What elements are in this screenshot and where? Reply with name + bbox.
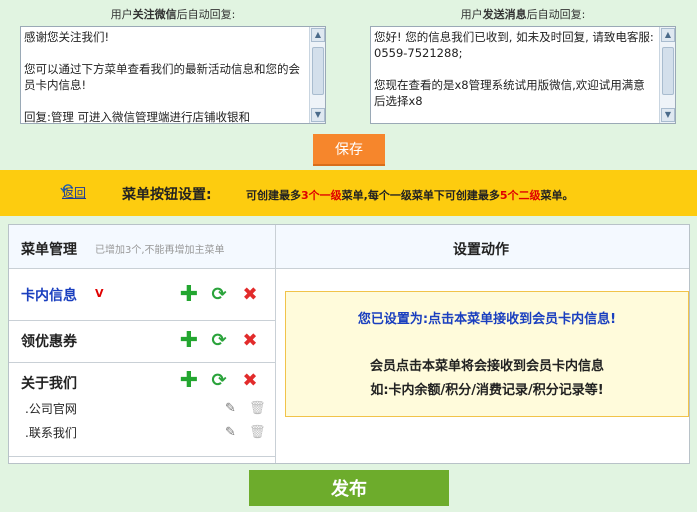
action-info-desc: 会员点击本菜单将会接收到会员卡内信息 [369, 359, 604, 374]
scroll-up-icon[interactable]: ▲ [661, 28, 675, 42]
follow-reply-label-prefix: 用户 [110, 8, 133, 21]
menu-item-coupons[interactable]: 领优惠券 ✚ ⟳ ✖ [9, 321, 275, 363]
banner-note: 可创建最多3个一级菜单,每个一级菜单下可创建最多5个二级菜单。 [246, 187, 574, 203]
refresh-icon[interactable]: ⟳ [209, 285, 229, 305]
menu-item-label[interactable]: 关于我们 [21, 373, 77, 393]
message-reply-label-bold: 发送消息 [482, 8, 527, 21]
scroll-down-icon[interactable]: ▼ [661, 108, 675, 122]
menu-item-label[interactable]: 领优惠券 [21, 331, 77, 351]
menu-item-label[interactable]: 卡内信息 [21, 285, 77, 305]
action-info-box: 您已设置为:点击本菜单接收到会员卡内信息! 会员点击本菜单将会接收到会员卡内信息… [285, 291, 689, 417]
message-reply-label-suffix: 后自动回复: [526, 8, 586, 21]
scroll-thumb[interactable] [662, 47, 674, 95]
message-reply-label: 用户发送消息后自动回复: [368, 6, 678, 22]
menu-config-panel: 菜单管理 已增加3个,不能再增加主菜单 设置动作 卡内信息 V ✚ ⟳ ✖ 领优… [8, 224, 690, 464]
follow-reply-text[interactable]: 感谢您关注我们! 您可以通过下方菜单查看我们的最新活动信息和您的会员卡内信息! … [21, 27, 308, 123]
delete-x-icon[interactable]: ✖ [240, 371, 260, 391]
pencil-icon[interactable]: ✎ [225, 425, 236, 440]
message-reply-text[interactable]: 您好! 您的信息我们已收到, 如未及时回复, 请致电客服: 0559-75212… [371, 27, 658, 123]
set-action-title: 设置动作 [453, 242, 509, 258]
plus-icon[interactable]: ✚ [179, 284, 199, 306]
action-info-example: 如:卡内余额/积分/消费记录/积分记录等! [370, 383, 604, 398]
submenu-item[interactable]: .联系我们 [25, 424, 77, 441]
scroll-thumb[interactable] [312, 47, 324, 95]
banner-title: 菜单按钮设置: [122, 187, 212, 203]
trash-icon[interactable]: 🗑 [249, 425, 266, 440]
message-reply-textarea[interactable]: 您好! 您的信息我们已收到, 如未及时回复, 请致电客服: 0559-75212… [370, 26, 676, 124]
panel-header: 菜单管理 已增加3个,不能再增加主菜单 设置动作 [9, 225, 689, 269]
follow-reply-textarea[interactable]: 感谢您关注我们! 您可以通过下方菜单查看我们的最新活动信息和您的会员卡内信息! … [20, 26, 326, 124]
refresh-icon[interactable]: ⟳ [209, 331, 229, 351]
banner-note-highlight: 3个一级 [301, 189, 342, 202]
menu-item-card-info[interactable]: 卡内信息 V ✚ ⟳ ✖ [9, 269, 275, 321]
menu-management-title: 菜单管理 [21, 242, 77, 258]
follow-reply-label: 用户关注微信后自动回复: [18, 6, 328, 22]
plus-icon[interactable]: ✚ [179, 370, 199, 392]
selected-mark: V [95, 287, 104, 300]
message-reply-scrollbar[interactable]: ▲ ▼ [659, 27, 675, 123]
action-info-title: 您已设置为:点击本菜单接收到会员卡内信息! [357, 312, 617, 327]
message-reply-label-prefix: 用户 [460, 8, 483, 21]
delete-x-icon[interactable]: ✖ [240, 331, 260, 351]
back-link[interactable]: 返回 [62, 184, 86, 201]
column-divider [275, 225, 276, 463]
banner-note-part: 菜单。 [540, 189, 574, 202]
refresh-icon[interactable]: ⟳ [209, 371, 229, 391]
banner-note-part: 菜单,每个一级菜单下可创建最多 [341, 189, 500, 202]
scroll-down-icon[interactable]: ▼ [311, 108, 325, 122]
delete-x-icon[interactable]: ✖ [240, 285, 260, 305]
banner-note-highlight: 5个二级 [499, 189, 541, 202]
scroll-up-icon[interactable]: ▲ [311, 28, 325, 42]
menu-management-note: 已增加3个,不能再增加主菜单 [95, 245, 225, 256]
pencil-icon[interactable]: ✎ [225, 401, 236, 416]
menu-item-about-us[interactable]: 关于我们 ✚ ⟳ ✖ .公司官网 ✎ 🗑 .联系我们 ✎ 🗑 [9, 363, 275, 457]
follow-reply-label-bold: 关注微信 [132, 8, 177, 21]
submenu-item[interactable]: .公司官网 [25, 400, 77, 417]
banner-note-part: 可创建最多 [246, 189, 301, 202]
trash-icon[interactable]: 🗑 [249, 401, 266, 416]
follow-reply-scrollbar[interactable]: ▲ ▼ [309, 27, 325, 123]
save-button[interactable]: 保存 [313, 134, 385, 166]
publish-button[interactable]: 发布 [249, 470, 449, 506]
follow-reply-label-suffix: 后自动回复: [176, 8, 236, 21]
plus-icon[interactable]: ✚ [179, 330, 199, 352]
